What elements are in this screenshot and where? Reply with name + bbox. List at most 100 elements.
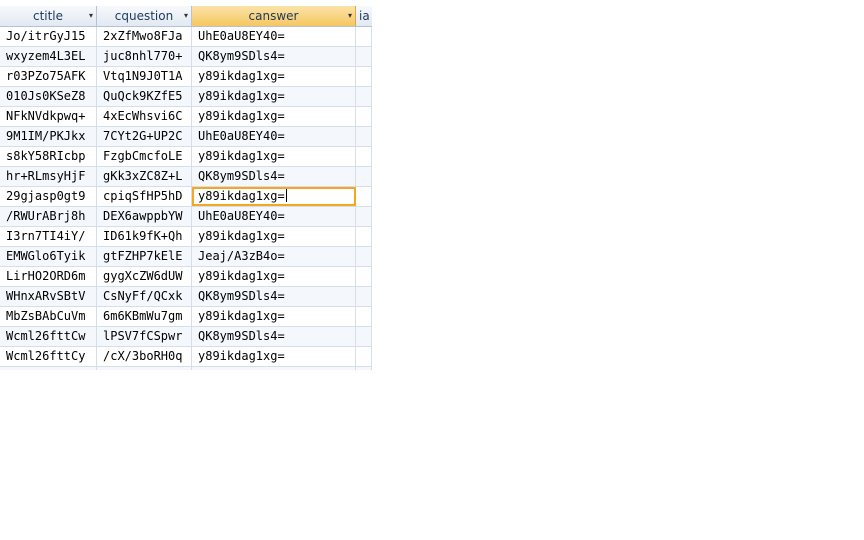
cell-cquestion[interactable]: gtFZHP7kElE [97, 247, 192, 266]
cell-canswer[interactable]: QK8ym9SDls4= [192, 47, 356, 66]
table-row[interactable]: 29gjasp0gt9 cpiqSfHP5hD y89ikdag1xg= [0, 187, 372, 207]
cell-cquestion[interactable]: /cX/3boRH0q [97, 347, 192, 366]
cell-ia[interactable] [356, 347, 372, 366]
cell-ia[interactable] [356, 207, 372, 226]
table-row[interactable]: Jo/itrGyJ15 2xZfMwo8FJa UhE0aU8EY40= [0, 27, 372, 47]
cell-ia[interactable] [356, 327, 372, 346]
cell-ia[interactable] [356, 307, 372, 326]
table-row[interactable]: I3rn7TI4iY/ID61k9fK+Qh y89ikdag1xg= [0, 227, 372, 247]
cell-canswer[interactable]: y89ikdag1xg= [192, 227, 356, 246]
cell-cquestion[interactable]: cpiqSfHP5hD [97, 187, 192, 206]
cell-ia[interactable] [356, 227, 372, 246]
active-cell-canswer[interactable]: y89ikdag1xg= [192, 187, 356, 206]
cell-cquestion[interactable]: lPSV7fCSpwr [97, 327, 192, 346]
cell-cquestion[interactable]: CsNyFf/QCxk [97, 287, 192, 306]
cell-ctitle[interactable]: Wcml26fttCy [0, 347, 97, 366]
table-row[interactable]: 010Js0KSeZ8 QuQck9KZfE5 y89ikdag1xg= [0, 87, 372, 107]
cell-ia[interactable] [356, 127, 372, 146]
table-row[interactable]: NFkNVdkpwq+ 4xEcWhsvi6C y89ikdag1xg= [0, 107, 372, 127]
cell-cquestion[interactable]: QuQck9KZfE5 [97, 87, 192, 106]
cell-canswer[interactable]: y89ikdag1xg= [192, 307, 356, 326]
table-row[interactable]: Wcml26fttCw lPSV7fCSpwr QK8ym9SDls4= [0, 327, 372, 347]
cell-cquestion[interactable]: juc8nhl770+ [97, 47, 192, 66]
column-header-canswer[interactable]: canswer ▾ [192, 6, 356, 26]
cell-ia[interactable] [356, 147, 372, 166]
cell-cquestion[interactable]: EKcaATEOEyn [97, 367, 192, 370]
cell-ctitle[interactable]: hr+RLmsyHjF [0, 167, 97, 186]
cell-ia[interactable] [356, 47, 372, 66]
cell-ctitle[interactable]: B3JzuKBtbFl [0, 367, 97, 370]
cell-ctitle[interactable]: WHnxARvSBtV [0, 287, 97, 306]
cell-cquestion[interactable]: FzgbCmcfoLE [97, 147, 192, 166]
cell-canswer[interactable]: y89ikdag1xg= [192, 67, 356, 86]
table-row[interactable]: Wcml26fttCy/cX/3boRH0q y89ikdag1xg= [0, 347, 372, 367]
cell-ctitle[interactable]: NFkNVdkpwq+ [0, 107, 97, 126]
cell-cquestion[interactable]: 6m6KBmWu7gm [97, 307, 192, 326]
column-header-label: ia [359, 9, 370, 23]
cell-canswer[interactable]: QK8ym9SDls4= [192, 327, 356, 346]
cell-ctitle[interactable]: EMWGlo6Tyik [0, 247, 97, 266]
cell-ctitle[interactable]: s8kY58RIcbp [0, 147, 97, 166]
table-row[interactable]: WHnxARvSBtV CsNyFf/QCxk QK8ym9SDls4= [0, 287, 372, 307]
cell-cquestion[interactable]: 4xEcWhsvi6C [97, 107, 192, 126]
table-row[interactable]: r03PZo75AFK Vtq1N9J0T1A y89ikdag1xg= [0, 67, 372, 87]
cell-ctitle[interactable]: LirHO2ORD6m [0, 267, 97, 286]
cell-cquestion[interactable]: DEX6awppbYW [97, 207, 192, 226]
cell-ctitle[interactable]: wxyzem4L3EL [0, 47, 97, 66]
cell-canswer[interactable]: UhE0aU8EY40= [192, 207, 356, 226]
cell-cquestion[interactable]: Vtq1N9J0T1A [97, 67, 192, 86]
table-row[interactable]: 9M1IM/PKJkx 7CYt2G+UP2C UhE0aU8EY40= [0, 127, 372, 147]
cell-ia[interactable] [356, 107, 372, 126]
table-row[interactable]: wxyzem4L3EL juc8nhl770+ QK8ym9SDls4= [0, 47, 372, 67]
cell-ia[interactable] [356, 367, 372, 370]
cell-canswer[interactable]: y89ikdag1xg= [192, 147, 356, 166]
cell-ia[interactable] [356, 27, 372, 46]
cell-canswer[interactable]: UhE0aU8EY40= [192, 27, 356, 46]
table-row[interactable]: hr+RLmsyHjF gKk3xZC8Z+L QK8ym9SDls4= [0, 167, 372, 187]
column-header-cquestion[interactable]: cquestion ▾ [97, 6, 192, 26]
cell-cquestion[interactable]: 2xZfMwo8FJa [97, 27, 192, 46]
cell-ia[interactable] [356, 67, 372, 86]
cell-ctitle[interactable]: r03PZo75AFK [0, 67, 97, 86]
cell-canswer[interactable]: UhE0aU8EY40= [192, 367, 356, 370]
table-body: Jo/itrGyJ15 2xZfMwo8FJa UhE0aU8EY40= wxyzem… [0, 27, 372, 370]
cell-ctitle[interactable]: 9M1IM/PKJkx [0, 127, 97, 146]
cell-canswer[interactable]: y89ikdag1xg= [192, 267, 356, 286]
cell-ia[interactable] [356, 247, 372, 266]
cell-ctitle[interactable]: /RWUrABrj8h [0, 207, 97, 226]
cell-canswer[interactable]: QK8ym9SDls4= [192, 287, 356, 306]
cell-ia[interactable] [356, 167, 372, 186]
table-row[interactable]: B3JzuKBtbFlEKcaATEOEynUhE0aU8EY40= [0, 367, 372, 370]
table-row[interactable]: LirHO2ORD6m gygXcZW6dUW y89ikdag1xg= [0, 267, 372, 287]
cell-canswer[interactable]: QK8ym9SDls4= [192, 167, 356, 186]
column-header-ctitle[interactable]: ctitle ▾ [0, 6, 97, 26]
table-row[interactable]: EMWGlo6Tyik gtFZHP7kElE Jeaj/A3zB4o= [0, 247, 372, 267]
cell-canswer[interactable]: UhE0aU8EY40= [192, 127, 356, 146]
cell-canswer[interactable]: Jeaj/A3zB4o= [192, 247, 356, 266]
cell-cquestion[interactable]: 7CYt2G+UP2C [97, 127, 192, 146]
cell-ctitle[interactable]: Jo/itrGyJ15 [0, 27, 97, 46]
cell-cquestion[interactable]: gygXcZW6dUW [97, 267, 192, 286]
column-header-label: canswer [248, 9, 299, 23]
table-row[interactable]: s8kY58RIcbp FzgbCmcfoLE y89ikdag1xg= [0, 147, 372, 167]
cell-ia[interactable] [356, 187, 372, 206]
chevron-down-icon[interactable]: ▾ [184, 6, 188, 26]
cell-ctitle[interactable]: Wcml26fttCw [0, 327, 97, 346]
cell-ctitle[interactable]: 29gjasp0gt9 [0, 187, 97, 206]
cell-cquestion[interactable]: gKk3xZC8Z+L [97, 167, 192, 186]
column-header-ia[interactable]: ia [356, 6, 372, 26]
cell-canswer[interactable]: y89ikdag1xg= [192, 347, 356, 366]
cell-ia[interactable] [356, 267, 372, 286]
chevron-down-icon[interactable]: ▾ [348, 6, 352, 26]
cell-ctitle[interactable]: 010Js0KSeZ8 [0, 87, 97, 106]
cell-canswer[interactable]: y89ikdag1xg= [192, 87, 356, 106]
cell-ia[interactable] [356, 287, 372, 306]
cell-canswer[interactable]: y89ikdag1xg= [192, 107, 356, 126]
table-row[interactable]: /RWUrABrj8h DEX6awppbYW UhE0aU8EY40= [0, 207, 372, 227]
chevron-down-icon[interactable]: ▾ [89, 6, 93, 26]
table-row[interactable]: MbZsBAbCuVm 6m6KBmWu7gm y89ikdag1xg= [0, 307, 372, 327]
cell-ctitle[interactable]: I3rn7TI4iY/ [0, 227, 97, 246]
cell-cquestion[interactable]: ID61k9fK+Qh [97, 227, 192, 246]
cell-ctitle[interactable]: MbZsBAbCuVm [0, 307, 97, 326]
cell-ia[interactable] [356, 87, 372, 106]
